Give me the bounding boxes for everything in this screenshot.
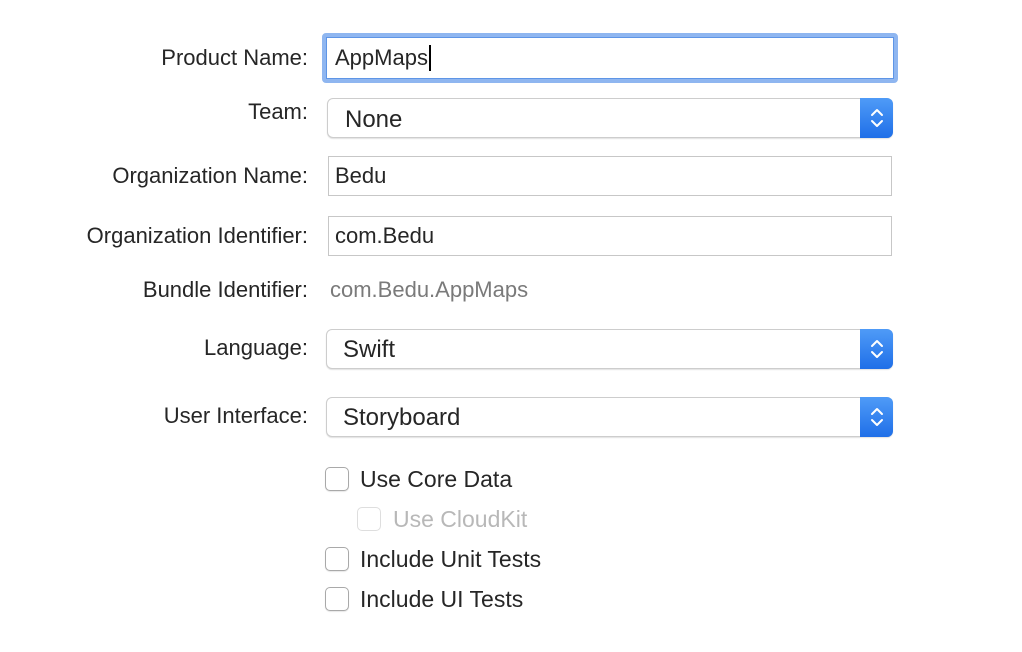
language-popup-value: Swift (343, 336, 396, 363)
use-cloudkit-checkbox (357, 507, 381, 531)
project-options-form: Product Name: AppMaps Team: None Organiz… (0, 0, 1022, 652)
use-core-data-option[interactable]: Use Core Data (325, 466, 512, 492)
product-name-label: Product Name: (161, 45, 308, 70)
up-down-chevron-icon (860, 329, 893, 369)
team-popup-value: None (345, 106, 403, 133)
organization-name-field[interactable]: Bedu (328, 156, 892, 196)
organization-identifier-value: com.Bedu (335, 223, 435, 248)
up-down-chevron-icon (860, 397, 893, 437)
bundle-identifier-label: Bundle Identifier: (142, 277, 308, 302)
up-down-chevron-icon (860, 98, 893, 138)
include-unit-tests-label: Include Unit Tests (360, 546, 542, 572)
language-popup[interactable]: Swift (326, 329, 893, 369)
organization-name-value: Bedu (335, 163, 387, 188)
language-label: Language: (204, 335, 308, 360)
use-core-data-label: Use Core Data (360, 466, 513, 492)
include-ui-tests-option[interactable]: Include UI Tests (325, 586, 523, 612)
use-cloudkit-option: Use CloudKit (357, 506, 527, 532)
organization-identifier-label: Organization Identifier: (86, 223, 308, 248)
organization-identifier-field[interactable]: com.Bedu (328, 216, 892, 256)
team-label: Team: (248, 99, 308, 124)
text-caret (428, 44, 431, 71)
bundle-identifier-value: com.Bedu.AppMaps (330, 277, 529, 302)
team-popup[interactable]: None (327, 98, 893, 138)
user-interface-popup[interactable]: Storyboard (326, 397, 893, 437)
product-name-value: AppMaps (335, 45, 428, 70)
user-interface-popup-value: Storyboard (343, 404, 461, 431)
product-name-field[interactable]: AppMaps (322, 33, 898, 83)
include-ui-tests-label: Include UI Tests (360, 586, 524, 612)
use-core-data-checkbox[interactable] (325, 467, 349, 491)
include-ui-tests-checkbox[interactable] (325, 587, 349, 611)
include-unit-tests-option[interactable]: Include Unit Tests (325, 546, 541, 572)
include-unit-tests-checkbox[interactable] (325, 547, 349, 571)
use-cloudkit-label: Use CloudKit (393, 506, 528, 532)
user-interface-label: User Interface: (163, 403, 308, 428)
organization-name-label: Organization Name: (112, 163, 308, 188)
